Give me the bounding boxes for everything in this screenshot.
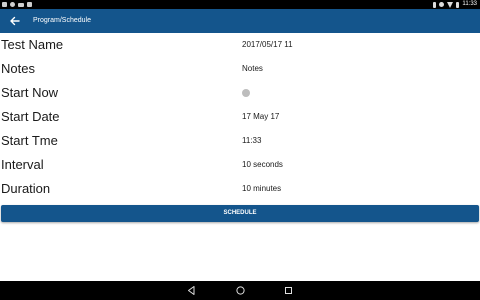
status-time: 11:33: [462, 1, 477, 7]
back-arrow-icon[interactable]: [8, 13, 22, 29]
app-notification-icon: [2, 2, 7, 7]
duration-label: Duration: [1, 181, 51, 196]
test-name-field[interactable]: 2017/05/17 11: [242, 33, 293, 57]
image-notification-icon: [27, 2, 32, 7]
start-now-toggle[interactable]: [242, 89, 250, 97]
notes-field[interactable]: Notes: [242, 57, 263, 81]
form-row-interval: Interval 10 seconds: [0, 153, 480, 177]
page-title: Program/Schedule: [33, 17, 91, 24]
start-time-label: Start Tme: [1, 133, 58, 148]
form-row-start-now: Start Now: [0, 81, 480, 105]
status-notifications: [2, 0, 32, 9]
form-row-notes: Notes Notes: [0, 57, 480, 81]
battery-icon: [456, 1, 460, 8]
nav-back-icon[interactable]: [186, 285, 197, 296]
test-name-label: Test Name: [1, 37, 64, 52]
app-bar: Program/Schedule: [0, 9, 480, 33]
status-bar: 11:33: [0, 0, 480, 9]
start-date-field[interactable]: 17 May 17: [242, 105, 279, 129]
navigation-bar: [0, 281, 480, 300]
screenshot-notification-icon: [18, 2, 24, 7]
start-time-field[interactable]: 11:33: [242, 129, 261, 153]
schedule-button[interactable]: SCHEDULE: [1, 205, 479, 222]
start-now-label: Start Now: [1, 85, 59, 100]
status-system-icons: 11:33: [433, 0, 477, 9]
form-row-duration: Duration 10 minutes: [0, 177, 480, 201]
interval-field[interactable]: 10 seconds: [242, 153, 283, 177]
alarm-icon: [439, 2, 445, 7]
wifi-icon: [447, 1, 454, 8]
form-row-start-date: Start Date 17 May 17: [0, 105, 480, 129]
nav-recent-apps-icon[interactable]: [283, 285, 294, 296]
nav-home-icon[interactable]: [235, 285, 246, 296]
form-row-start-time: Start Tme 11:33: [0, 129, 480, 153]
start-date-label: Start Date: [1, 109, 60, 124]
notes-label: Notes: [1, 61, 35, 76]
form-row-test-name: Test Name 2017/05/17 11: [0, 33, 480, 57]
bluetooth-icon: [433, 1, 437, 8]
settings-notification-icon: [10, 2, 15, 7]
interval-label: Interval: [1, 157, 44, 172]
duration-field[interactable]: 10 minutes: [242, 177, 281, 201]
